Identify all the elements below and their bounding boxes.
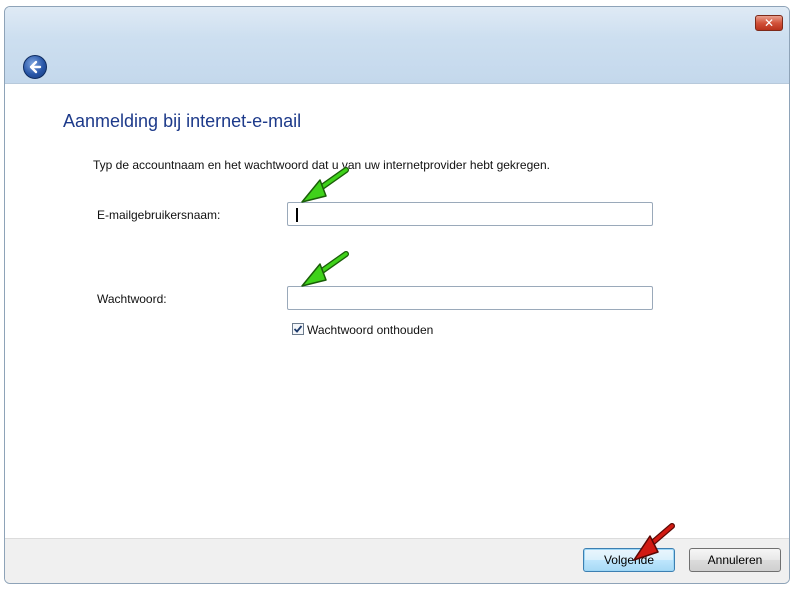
checkmark-icon <box>293 325 303 333</box>
remember-password-checkbox[interactable] <box>292 323 304 335</box>
page-title: Aanmelding bij internet-e-mail <box>63 111 302 131</box>
back-button[interactable] <box>23 55 47 79</box>
dialog-window: ✕ Aanmelding bij internet-e-mail Typ de … <box>4 6 790 584</box>
remember-password-label[interactable]: Wachtwoord onthouden <box>307 323 433 337</box>
password-label: Wachtwoord: <box>97 292 167 306</box>
close-button[interactable]: ✕ <box>755 15 783 31</box>
username-label: E-mailgebruikersnaam: <box>97 208 221 222</box>
red-arrow-next <box>633 523 675 561</box>
close-icon: ✕ <box>763 16 775 30</box>
green-arrow-password <box>301 251 349 287</box>
back-arrow-icon <box>29 60 42 74</box>
text-caret <box>296 208 298 222</box>
cancel-button[interactable]: Annuleren <box>689 548 781 572</box>
title-bar: ✕ <box>5 7 789 84</box>
green-arrow-username <box>301 167 349 203</box>
